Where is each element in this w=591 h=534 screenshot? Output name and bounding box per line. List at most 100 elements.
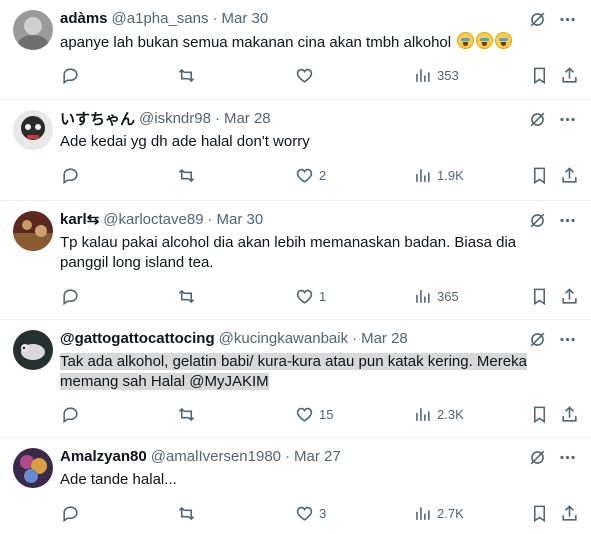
share-button[interactable]: [560, 66, 579, 85]
user-handle[interactable]: @amalIversen1980: [151, 448, 281, 465]
tweet[interactable]: いすちゃん @iskndr98 · Mar 28 Ade kedai yg dh…: [0, 100, 591, 201]
tweet-date[interactable]: Mar 28: [224, 110, 271, 127]
bookmark-button[interactable]: [530, 287, 549, 306]
sobbing-face-emoji: [495, 32, 513, 49]
like-button[interactable]: [295, 66, 319, 85]
reply-button[interactable]: [61, 405, 85, 424]
sobbing-face-emoji: [457, 32, 475, 49]
reply-button[interactable]: [61, 287, 85, 306]
like-count: 15: [319, 406, 334, 422]
tweet-date[interactable]: Mar 30: [217, 211, 264, 228]
like-count: 1: [319, 288, 327, 304]
reply-icon: [63, 67, 78, 84]
repost-icon: [178, 68, 195, 82]
avatar[interactable]: [13, 330, 53, 370]
grok-icon[interactable]: [527, 109, 547, 129]
share-button[interactable]: [560, 166, 579, 185]
like-icon: [296, 168, 313, 183]
tweet[interactable]: @gattogattocattocing @kucingkawanbaik · …: [0, 320, 591, 438]
like-button[interactable]: 1: [295, 287, 326, 306]
repost-button[interactable]: [177, 504, 201, 523]
tweet-text: apanye lah bukan semua makanan cina akan…: [60, 32, 575, 53]
views-button[interactable]: 2.7K: [413, 504, 464, 523]
grok-icon[interactable]: [527, 9, 547, 29]
bookmark-button[interactable]: [530, 166, 549, 185]
like-button[interactable]: 15: [295, 405, 333, 424]
display-name[interactable]: Amalzyan80: [60, 448, 147, 465]
views-count: 353: [437, 67, 459, 83]
grok-icon[interactable]: [527, 210, 547, 230]
views-count: 2.7K: [437, 505, 464, 521]
like-button[interactable]: 3: [295, 504, 326, 523]
tweet[interactable]: karl⇆ @karloctave89 · Mar 30 Tp kalau pa…: [0, 201, 591, 320]
grok-icon[interactable]: [527, 447, 547, 467]
bookmark-icon: [533, 167, 546, 184]
tweet-text-line: memang sah Halal @MyJAKIM: [60, 373, 269, 390]
separator-dot: ·: [207, 210, 213, 228]
user-handle[interactable]: @iskndr98: [139, 110, 211, 127]
reply-button[interactable]: [61, 504, 85, 523]
views-count: 365: [437, 288, 459, 304]
bookmark-button[interactable]: [530, 504, 549, 523]
views-count: 1.9K: [437, 167, 464, 183]
views-count: 2.3K: [437, 406, 464, 422]
like-button[interactable]: 2: [295, 166, 326, 185]
views-button[interactable]: 2.3K: [413, 405, 464, 424]
like-count: 2: [319, 167, 327, 183]
bookmark-button[interactable]: [530, 405, 549, 424]
tweet-date[interactable]: Mar 30: [222, 10, 269, 27]
bookmark-icon: [533, 406, 546, 423]
like-icon: [296, 289, 313, 304]
repost-button[interactable]: [177, 166, 201, 185]
repost-button[interactable]: [177, 405, 201, 424]
avatar[interactable]: [13, 211, 53, 251]
more-icon[interactable]: [557, 329, 577, 349]
user-handle[interactable]: @karloctave89: [103, 211, 203, 228]
bookmark-button[interactable]: [530, 66, 549, 85]
display-name[interactable]: @gattogattocattocing: [60, 330, 215, 347]
more-icon[interactable]: [557, 210, 577, 230]
separator-dot: ·: [212, 9, 218, 27]
display-name[interactable]: karl⇆: [60, 210, 99, 228]
views-button[interactable]: 353: [413, 66, 459, 85]
share-button[interactable]: [560, 504, 579, 523]
views-button[interactable]: 365: [413, 287, 459, 306]
more-icon[interactable]: [557, 109, 577, 129]
share-icon: [562, 504, 577, 521]
views-icon: [416, 68, 430, 82]
like-count: 3: [319, 505, 327, 521]
tweet-date[interactable]: Mar 28: [361, 330, 408, 347]
display-name[interactable]: adàms: [60, 10, 108, 27]
views-icon: [416, 506, 430, 520]
tweet-date[interactable]: Mar 27: [294, 448, 341, 465]
reply-button[interactable]: [61, 166, 85, 185]
reply-icon: [63, 406, 78, 423]
share-icon: [562, 166, 577, 183]
more-icon[interactable]: [557, 9, 577, 29]
share-button[interactable]: [560, 405, 579, 424]
bookmark-icon: [533, 288, 546, 305]
avatar[interactable]: [13, 10, 53, 50]
views-icon: [416, 407, 430, 421]
repost-button[interactable]: [177, 66, 201, 85]
reply-icon: [63, 505, 78, 522]
views-icon: [416, 289, 430, 303]
repost-button[interactable]: [177, 287, 201, 306]
user-handle[interactable]: @kucingkawanbaik: [219, 330, 348, 347]
more-icon[interactable]: [557, 447, 577, 467]
reply-icon: [63, 288, 78, 305]
like-icon: [296, 506, 313, 521]
user-handle[interactable]: @a1pha_sans: [112, 10, 209, 27]
display-name[interactable]: いすちゃん: [60, 108, 135, 129]
tweet[interactable]: adàms @a1pha_sans · Mar 30 apanye lah bu…: [0, 0, 591, 100]
tweet[interactable]: Amalzyan80 @amalIversen1980 · Mar 27 Ade…: [0, 438, 591, 534]
avatar[interactable]: [13, 110, 53, 150]
share-button[interactable]: [560, 287, 579, 306]
views-button[interactable]: 1.9K: [413, 166, 464, 185]
share-icon: [562, 405, 577, 422]
grok-icon[interactable]: [527, 329, 547, 349]
avatar[interactable]: [13, 448, 53, 488]
reply-button[interactable]: [61, 66, 85, 85]
share-icon: [562, 66, 577, 83]
separator-dot: ·: [285, 447, 291, 465]
